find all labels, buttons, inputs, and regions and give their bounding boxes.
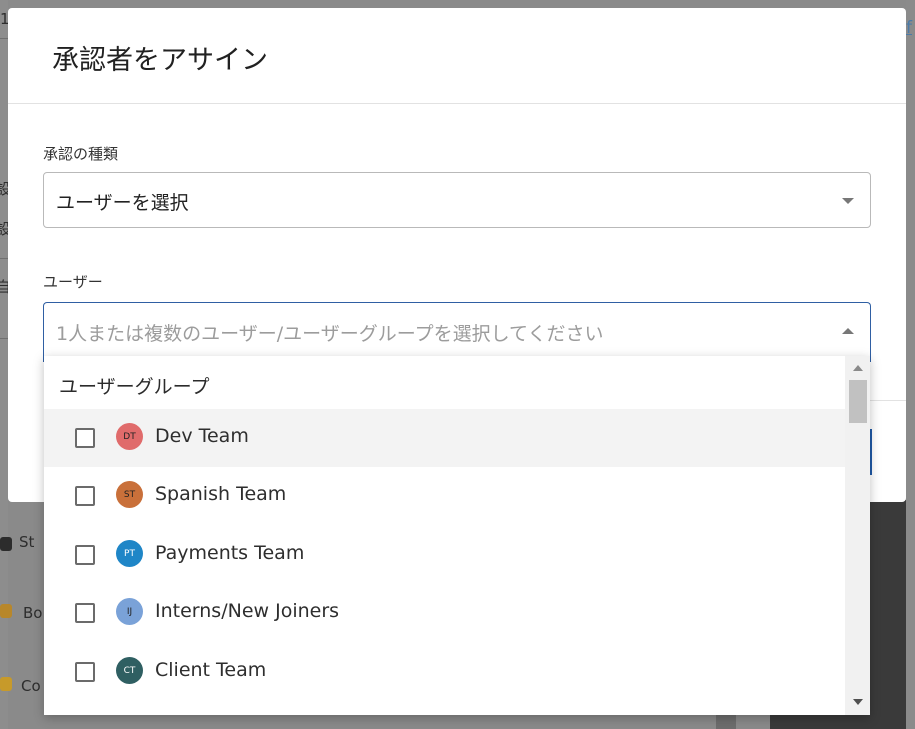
background-menu-icon xyxy=(0,604,12,618)
background-menu-label[interactable]: Co xyxy=(21,677,41,695)
option-dev-team[interactable]: DT Dev Team xyxy=(44,409,845,467)
approval-type-select[interactable]: ユーザーを選択 xyxy=(43,172,871,228)
background-menu-icon xyxy=(0,537,12,551)
avatar: ST xyxy=(116,481,143,508)
avatar: PT xyxy=(116,540,143,567)
scroll-down-arrow-icon[interactable] xyxy=(853,699,863,705)
modal-footer-divider xyxy=(870,400,906,401)
avatar: DT xyxy=(116,423,143,450)
footer-primary-button[interactable] xyxy=(870,429,872,475)
background-left-column xyxy=(0,0,8,729)
modal-header-divider xyxy=(8,103,906,104)
background-link[interactable]: f xyxy=(906,18,912,38)
option-spanish-team[interactable]: ST Spanish Team xyxy=(44,467,845,525)
background-divider xyxy=(0,38,8,39)
option-interns-new-joiners[interactable]: IJ Interns/New Joiners xyxy=(44,584,845,642)
option-checkbox[interactable] xyxy=(75,545,95,565)
users-placeholder: 1人または複数のユーザー/ユーザーグループを選択してください xyxy=(56,323,604,345)
option-client-team[interactable]: CT Client Team xyxy=(44,643,845,701)
option-payments-team[interactable]: PT Payments Team xyxy=(44,526,845,584)
background-divider xyxy=(0,258,8,259)
background-menu-label[interactable]: St xyxy=(19,533,34,551)
user-group-header: ユーザーグループ xyxy=(59,376,210,398)
option-label: Dev Team xyxy=(155,425,249,447)
chevron-up-icon xyxy=(842,328,854,334)
option-label: Interns/New Joiners xyxy=(155,600,340,622)
dropdown-scrollbar[interactable] xyxy=(845,356,870,715)
scroll-up-arrow-icon[interactable] xyxy=(853,365,863,371)
option-checkbox[interactable] xyxy=(75,486,95,506)
option-label: Payments Team xyxy=(155,542,305,564)
option-label: Client Team xyxy=(155,659,267,681)
users-dropdown-list: ユーザーグループ DT Dev Team ST Spanish Team PT … xyxy=(44,356,870,715)
option-checkbox[interactable] xyxy=(75,662,95,682)
approval-type-label: 承認の種類 xyxy=(43,145,119,163)
option-checkbox[interactable] xyxy=(75,428,95,448)
background-divider xyxy=(0,338,8,339)
background-menu-label[interactable]: Bo xyxy=(23,604,42,622)
avatar: IJ xyxy=(116,598,143,625)
chevron-down-icon xyxy=(842,198,854,204)
option-label: Spanish Team xyxy=(155,483,287,505)
users-multiselect[interactable]: 1人または複数のユーザー/ユーザーグループを選択してください xyxy=(43,302,871,362)
modal-title: 承認者をアサイン xyxy=(52,45,268,76)
approval-type-value: ユーザーを選択 xyxy=(56,192,189,214)
avatar: CT xyxy=(116,657,143,684)
background-right-panel xyxy=(906,0,915,729)
background-menu-icon xyxy=(0,677,12,691)
option-checkbox[interactable] xyxy=(75,603,95,623)
scrollbar-thumb[interactable] xyxy=(849,380,867,423)
users-label: ユーザー xyxy=(43,273,103,291)
